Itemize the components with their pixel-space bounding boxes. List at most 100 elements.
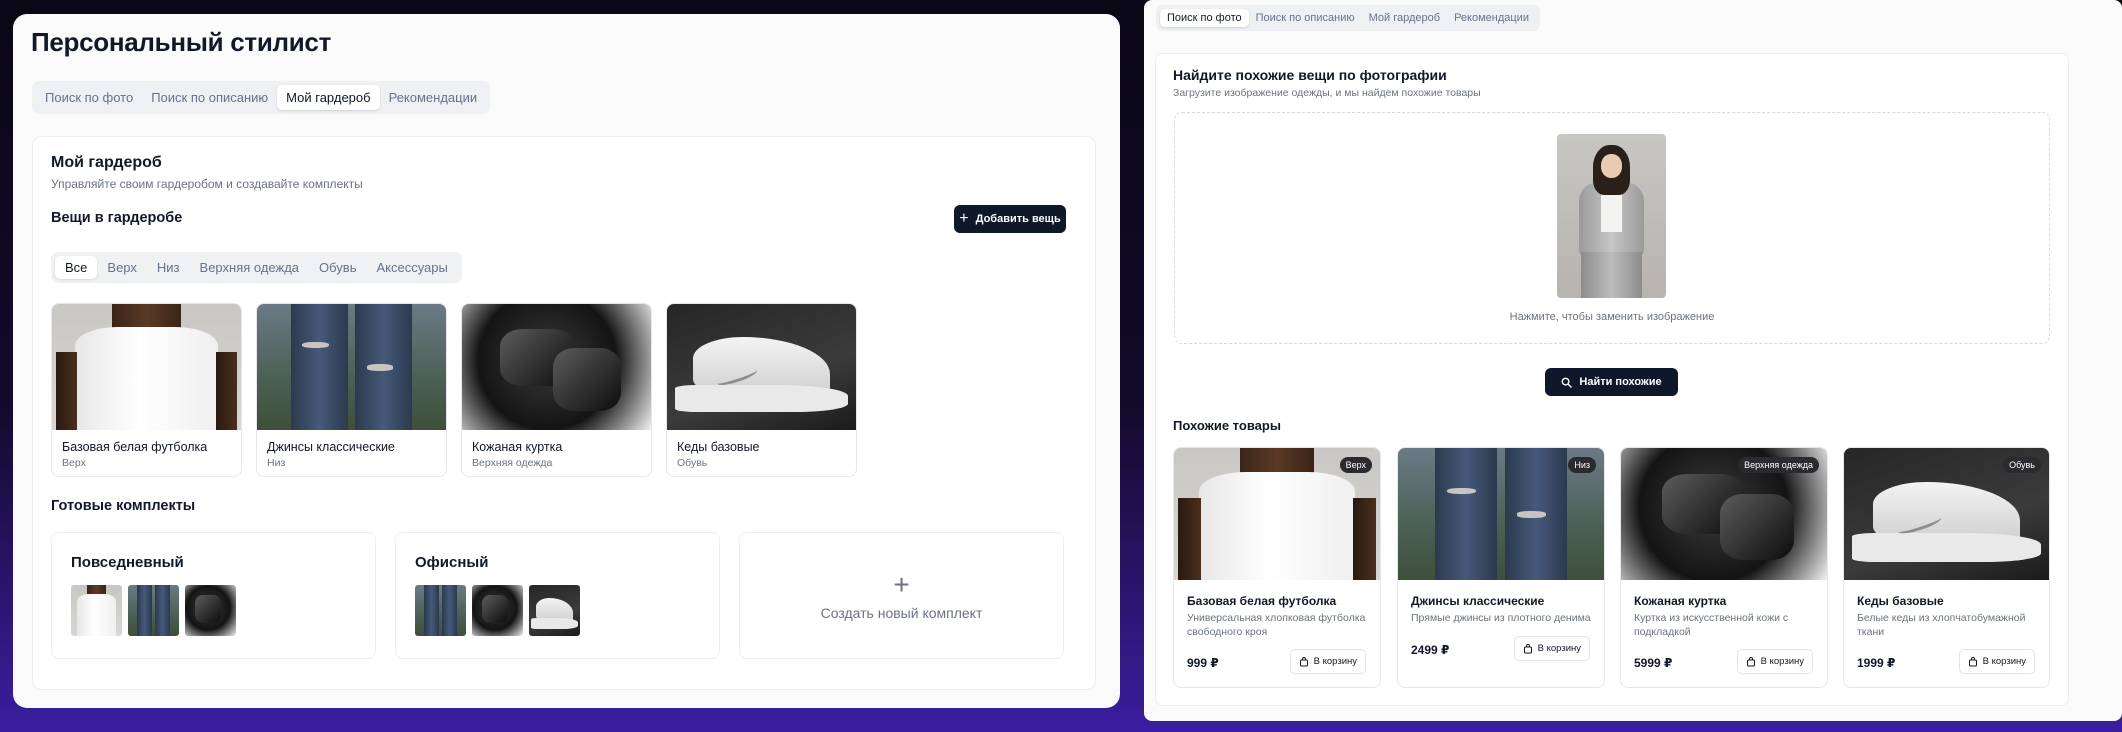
tab-recommendations[interactable]: Рекомендации [380,85,487,110]
product-price: 5999 ₽ [1634,656,1673,670]
outfit-thumb [128,585,179,636]
category-bottom[interactable]: Низ [147,256,190,279]
category-badge: Низ [1568,457,1596,473]
plus-icon: + [959,210,969,227]
tab-description-search[interactable]: Поиск по описанию [1249,9,1362,27]
item-image [462,304,651,430]
item-category: Обувь [677,457,708,469]
wardrobe-subtitle: Управляйте своим гардеробом и создавайте… [51,177,363,191]
add-item-label: Добавить вещь [975,213,1061,225]
outfit-card[interactable]: Офисный [395,532,720,659]
search-icon [1561,377,1573,388]
replace-image-hint: Нажмите, чтобы заменить изображение [1509,311,1715,323]
add-to-cart-button[interactable]: В корзину [1736,649,1813,674]
category-shoes[interactable]: Обувь [309,256,366,279]
outfit-thumbnails [71,585,236,636]
product-name: Базовая белая футболка [1187,594,1337,608]
item-image [257,304,446,430]
product-card[interactable]: Низ Джинсы классические Прямые джинсы из… [1397,447,1605,688]
items-heading: Вещи в гардеробе [51,210,183,226]
cart-label: В корзину [1760,656,1804,667]
outfit-thumb [71,585,122,636]
find-similar-button[interactable]: Найти похожие [1545,368,1678,396]
product-image: Верхняя одежда [1621,448,1827,580]
category-filter: Все Верх Низ Верхняя одежда Обувь Аксесс… [51,252,462,283]
product-price: 1999 ₽ [1857,656,1896,670]
tab-recommendations[interactable]: Рекомендации [1447,9,1536,27]
tab-wardrobe[interactable]: Мой гардероб [277,85,380,110]
tab-photo-search[interactable]: Поиск по фото [1160,9,1249,27]
item-category: Верх [62,457,86,469]
outfit-name: Офисный [415,554,489,571]
wardrobe-title: Мой гардероб [51,154,162,171]
item-name: Джинсы классические [267,440,395,454]
wardrobe-window: Персональный стилист Поиск по фото Поиск… [13,14,1120,708]
outfit-thumb [185,585,236,636]
tab-photo-search[interactable]: Поиск по фото [36,85,142,110]
wardrobe-item[interactable]: Базовая белая футболка Верх [51,303,242,477]
product-description: Белые кеды из хлопчатобумажной ткани [1857,612,2026,638]
product-image: Низ [1398,448,1604,580]
create-outfit-button[interactable]: + Создать новый комплект [739,532,1064,659]
cart-label: В корзину [1982,656,2026,667]
item-category: Низ [267,457,286,469]
main-tabs: Поиск по фото Поиск по описанию Мой гард… [1156,5,1540,31]
product-description: Универсальная хлопковая футболка свободн… [1187,612,1366,638]
add-to-cart-button[interactable]: В корзину [1513,636,1590,661]
photo-search-subtitle: Загрузите изображение одежды, и мы найде… [1173,87,1481,99]
uploaded-photo[interactable] [1557,134,1666,298]
item-name: Кеды базовые [677,440,760,454]
outfit-name: Повседневный [71,554,184,571]
tab-wardrobe[interactable]: Мой гардероб [1362,9,1447,27]
outfit-thumb [415,585,466,636]
category-accessories[interactable]: Аксессуары [366,256,457,279]
create-outfit-label: Создать новый комплект [820,604,983,621]
cart-label: В корзину [1537,643,1581,654]
item-category: Верхняя одежда [472,457,553,469]
product-card[interactable]: Обувь Кеды базовые Белые кеды из хлопчат… [1843,447,2050,688]
product-price: 2499 ₽ [1411,643,1450,657]
cart-icon [1968,656,1977,666]
category-badge: Верх [1339,457,1372,473]
add-to-cart-button[interactable]: В корзину [1289,649,1366,674]
item-name: Базовая белая футболка [62,440,208,454]
product-image: Обувь [1844,448,2049,580]
product-card[interactable]: Верх Базовая белая футболка Универсальна… [1173,447,1381,688]
product-name: Кожаная куртка [1634,594,1727,608]
category-badge: Верхняя одежда [1738,457,1819,473]
category-all[interactable]: Все [55,256,98,279]
item-image [52,304,241,430]
photo-search-title: Найдите похожие вещи по фотографии [1173,67,1447,83]
item-name: Кожаная куртка [472,440,563,454]
add-item-button[interactable]: + Добавить вещь [954,205,1066,233]
tab-description-search[interactable]: Поиск по описанию [142,85,277,110]
cart-icon [1746,656,1755,666]
product-description: Прямые джинсы из плотного денима [1411,612,1591,624]
outfits-heading: Готовые комплекты [51,498,196,514]
category-top[interactable]: Верх [97,256,147,279]
main-tabs: Поиск по фото Поиск по описанию Мой гард… [32,81,491,114]
product-image: Верх [1174,448,1380,580]
item-image [667,304,856,430]
product-price: 999 ₽ [1187,656,1219,670]
wardrobe-item[interactable]: Кеды базовые Обувь [666,303,857,477]
outfit-thumb [472,585,523,636]
product-name: Джинсы классические [1411,594,1545,608]
category-outerwear[interactable]: Верхняя одежда [190,256,309,279]
product-card[interactable]: Верхняя одежда Кожаная куртка Куртка из … [1620,447,1828,688]
outfit-thumbnails [415,585,580,636]
wardrobe-item[interactable]: Джинсы классические Низ [256,303,447,477]
product-name: Кеды базовые [1857,594,1944,608]
app-title: Персональный стилист [31,27,332,57]
similar-heading: Похожие товары [1173,418,1281,433]
cart-icon [1299,656,1308,666]
find-similar-label: Найти похожие [1579,376,1662,388]
outfit-card[interactable]: Повседневный [51,532,376,659]
wardrobe-item[interactable]: Кожаная куртка Верхняя одежда [461,303,652,477]
plus-icon: + [893,568,910,600]
add-to-cart-button[interactable]: В корзину [1958,649,2035,674]
cart-label: В корзину [1313,656,1357,667]
outfit-thumb [529,585,580,636]
cart-icon [1523,643,1532,653]
category-badge: Обувь [2003,457,2041,473]
